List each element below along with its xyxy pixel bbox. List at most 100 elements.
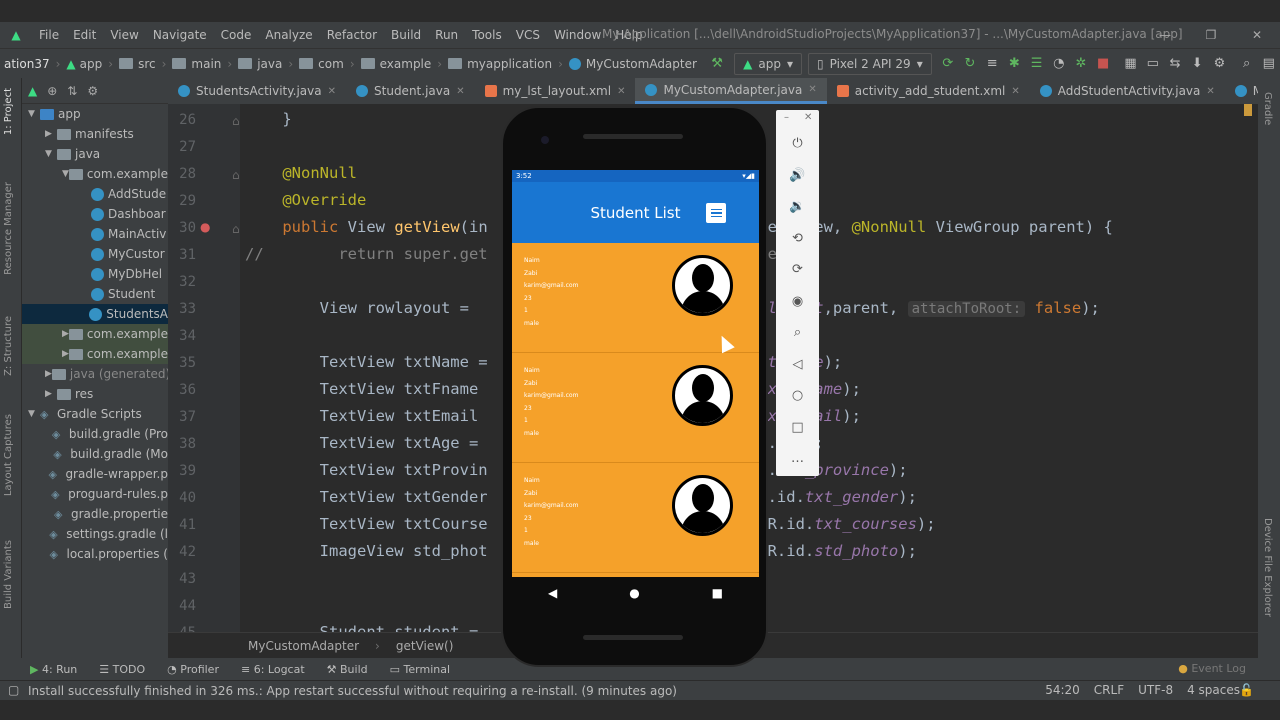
file-encoding[interactable]: UTF-8 <box>1138 683 1173 697</box>
breadcrumb-item[interactable]: example <box>357 57 436 71</box>
tool-tab-todo[interactable]: ☰ TODO <box>99 663 145 676</box>
breadcrumb-project[interactable]: ation37 <box>0 57 54 71</box>
cursor-position[interactable]: 54:20 <box>1045 683 1080 697</box>
overview-icon[interactable]: □ <box>776 420 819 435</box>
tool-tab-build[interactable]: ⚒ Build <box>327 663 368 676</box>
student-row[interactable]: Naim Zabi karim@gmail.com 23 1 male <box>512 463 759 573</box>
hammer-icon[interactable]: ⚒ <box>711 56 723 72</box>
tree-item[interactable]: ◈ proguard-rules.p <box>22 484 168 504</box>
device-select[interactable]: ▯ Pixel 2 API 29 ▾ <box>807 52 932 75</box>
layout-icon[interactable]: ▤ <box>1263 56 1275 72</box>
tree-item[interactable]: StudentsA <box>22 304 168 324</box>
tree-item[interactable]: Student <box>22 284 168 304</box>
breadcrumb-item[interactable]: src <box>115 57 160 71</box>
lock-icon[interactable]: 🔓 <box>1239 683 1254 697</box>
tool-tab-run[interactable]: ▶ 4: Run <box>30 663 77 676</box>
tree-item[interactable]: ◈ local.properties ( <box>22 544 168 564</box>
menu-item-tools[interactable]: Tools <box>465 28 509 42</box>
tool-tab-project[interactable]: 1: Project <box>3 88 14 135</box>
tree-item[interactable]: ◈ build.gradle (Mo <box>22 444 168 464</box>
run-list-icon[interactable]: ≡ <box>986 56 998 72</box>
expanded-arrow-icon[interactable]: ▼ <box>45 149 57 159</box>
tree-item[interactable]: ▶ manifests <box>22 124 168 144</box>
menu-item-analyze[interactable]: Analyze <box>258 28 319 42</box>
override-method-icon[interactable]: ● <box>200 220 210 234</box>
fold-marker-icon[interactable]: ⌂ <box>232 114 240 128</box>
tree-item[interactable]: AddStude <box>22 184 168 204</box>
nav-recents-icon[interactable]: ■ <box>712 586 723 600</box>
apply-changes-icon[interactable]: ⟳ <box>942 56 954 72</box>
home-icon[interactable]: ○ <box>776 388 819 403</box>
expanded-arrow-icon[interactable]: ▼ <box>62 169 69 179</box>
menu-item-refactor[interactable]: Refactor <box>320 28 384 42</box>
breadcrumb-item[interactable]: MyCustomAdapter <box>565 57 701 71</box>
student-list[interactable]: Naim Zabi karim@gmail.com 23 1 male Naim Zabi ka… <box>512 243 759 573</box>
tree-item[interactable]: ▼ com.example <box>22 164 168 184</box>
tool-tab-event-log[interactable]: ● Event Log <box>1178 662 1246 675</box>
code-line[interactable]: Student student = <box>245 623 488 632</box>
tool-tab-terminal[interactable]: ▭ Terminal <box>390 663 450 676</box>
avd-manager-icon[interactable]: ▭ <box>1147 56 1159 72</box>
editor-tab[interactable]: MyCustomAdapter.java ✕ <box>635 78 827 104</box>
minimize-icon[interactable]: – <box>784 112 789 123</box>
menu-item-run[interactable]: Run <box>428 28 465 42</box>
project-structure-icon[interactable]: ▦ <box>1124 56 1136 72</box>
editor-tab[interactable]: StudentsActivity.java ✕ <box>168 78 346 104</box>
tool-tab-build-variants[interactable]: Build Variants <box>3 540 14 609</box>
sync-icon[interactable]: ⇆ <box>1169 56 1181 72</box>
breadcrumb-item[interactable]: myapplication <box>444 57 556 71</box>
menu-item-file[interactable]: File <box>32 28 66 42</box>
coverage-icon[interactable]: ☰ <box>1030 56 1043 72</box>
tree-item[interactable]: ◈ settings.gradle (l <box>22 524 168 544</box>
tree-item[interactable]: ◈ gradle.propertie <box>22 504 168 524</box>
back-icon[interactable]: ◁ <box>776 357 819 372</box>
menu-item-code[interactable]: Code <box>214 28 259 42</box>
student-row[interactable]: Naim Zabi karim@gmail.com 23 1 male <box>512 353 759 463</box>
breadcrumb-item[interactable]: main <box>168 57 225 71</box>
breadcrumb-method[interactable]: getView() <box>396 639 454 653</box>
attach-debugger-icon[interactable]: ✲ <box>1075 56 1087 72</box>
menu-item-navigate[interactable]: Navigate <box>146 28 214 42</box>
editor-tab[interactable]: activity_add_student.xml ✕ <box>827 78 1030 104</box>
collapse-icon[interactable]: ⇅ <box>67 84 77 98</box>
tool-tab-device-file-explorer[interactable]: Device File Explorer <box>1262 518 1273 617</box>
tree-item[interactable]: ▼ app <box>22 104 168 124</box>
volume-up-icon[interactable]: 🔊 <box>776 168 819 183</box>
indent-setting[interactable]: 4 spaces <box>1187 683 1240 697</box>
editor-tab[interactable]: AddStudentActivity.java ✕ <box>1030 78 1225 104</box>
debug-icon[interactable]: ✱ <box>1008 56 1020 72</box>
menu-item-vcs[interactable]: VCS <box>509 28 547 42</box>
collapsed-arrow-icon[interactable]: ▶ <box>45 389 57 399</box>
close-tab-icon[interactable]: ✕ <box>808 84 816 95</box>
menu-item-build[interactable]: Build <box>384 28 428 42</box>
stop-icon[interactable]: ■ <box>1097 56 1109 72</box>
collapsed-arrow-icon[interactable]: ▶ <box>62 349 69 359</box>
rotate-left-icon[interactable]: ⟲ <box>776 231 819 246</box>
close-tab-icon[interactable]: ✕ <box>617 86 625 97</box>
close-tab-icon[interactable]: ✕ <box>1206 86 1214 97</box>
gear-icon[interactable]: ⚙ <box>87 84 98 98</box>
tool-tab-structure[interactable]: Z: Structure <box>3 316 14 376</box>
menu-item-edit[interactable]: Edit <box>66 28 103 42</box>
collapsed-arrow-icon[interactable]: ▶ <box>45 129 57 139</box>
settings-icon[interactable]: ⚙ <box>1213 56 1226 72</box>
collapsed-arrow-icon[interactable]: ▶ <box>45 369 52 379</box>
tree-item[interactable]: ▶ com.example <box>22 344 168 364</box>
fold-marker-icon[interactable]: ⌂ <box>232 222 240 236</box>
tree-item[interactable]: ▶ res <box>22 384 168 404</box>
more-icon[interactable]: … <box>776 451 819 466</box>
line-separator[interactable]: CRLF <box>1094 683 1124 697</box>
tree-item[interactable]: ▼ ◈ Gradle Scripts <box>22 404 168 424</box>
close-icon[interactable]: ✕ <box>804 112 812 123</box>
code-line[interactable]: } <box>245 110 291 128</box>
device-screen[interactable]: 3:52 ▾◢▮ Student List Naim Zabi karim@gmai… <box>512 170 759 577</box>
menu-item-window[interactable]: Window <box>547 28 608 42</box>
tool-tab-layout-captures[interactable]: Layout Captures <box>3 414 14 496</box>
tree-item[interactable]: ▶ com.example <box>22 324 168 344</box>
close-tab-icon[interactable]: ✕ <box>328 86 336 97</box>
rotate-right-icon[interactable]: ⟳ <box>776 262 819 277</box>
menu-item-view[interactable]: View <box>103 28 145 42</box>
tree-item[interactable]: MyDbHel <box>22 264 168 284</box>
close-tab-icon[interactable]: ✕ <box>1011 86 1019 97</box>
tree-item[interactable]: ▼ java <box>22 144 168 164</box>
